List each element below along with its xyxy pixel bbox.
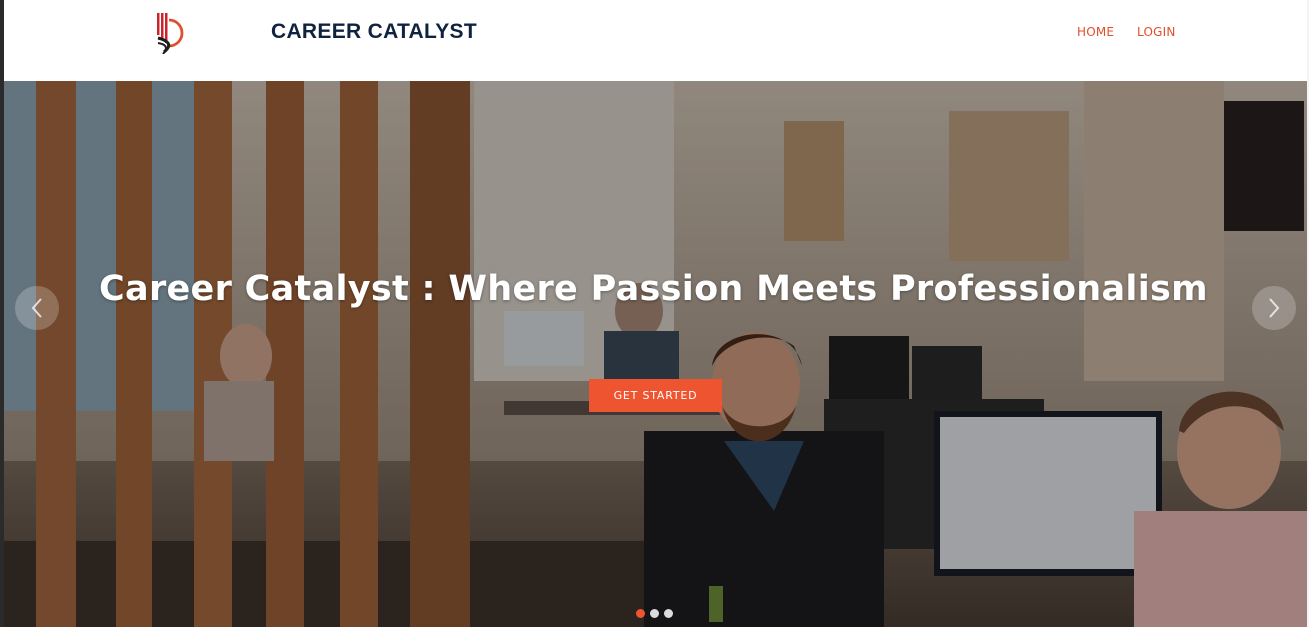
chevron-left-icon: [31, 298, 42, 318]
carousel-indicators: [636, 609, 673, 618]
chevron-right-icon: [1269, 298, 1280, 318]
site-header: CAREER CATALYST HOME LOGIN: [4, 0, 1307, 81]
carousel-dot-2[interactable]: [650, 609, 659, 618]
career-catalyst-logo-icon[interactable]: [154, 10, 194, 55]
carousel-dot-1[interactable]: [636, 609, 645, 618]
hero-carousel: Career Catalyst : Where Passion Meets Pr…: [4, 81, 1307, 627]
get-started-button[interactable]: GET STARTED: [589, 379, 722, 412]
carousel-dot-3[interactable]: [664, 609, 673, 618]
hero-title: Career Catalyst : Where Passion Meets Pr…: [99, 269, 1208, 309]
carousel-next-button[interactable]: [1252, 286, 1296, 330]
hero-overlay: [4, 81, 1307, 627]
nav-link-home[interactable]: HOME: [1077, 25, 1114, 39]
carousel-prev-button[interactable]: [15, 286, 59, 330]
brand-name[interactable]: CAREER CATALYST: [271, 20, 477, 44]
nav-link-login[interactable]: LOGIN: [1137, 25, 1176, 39]
